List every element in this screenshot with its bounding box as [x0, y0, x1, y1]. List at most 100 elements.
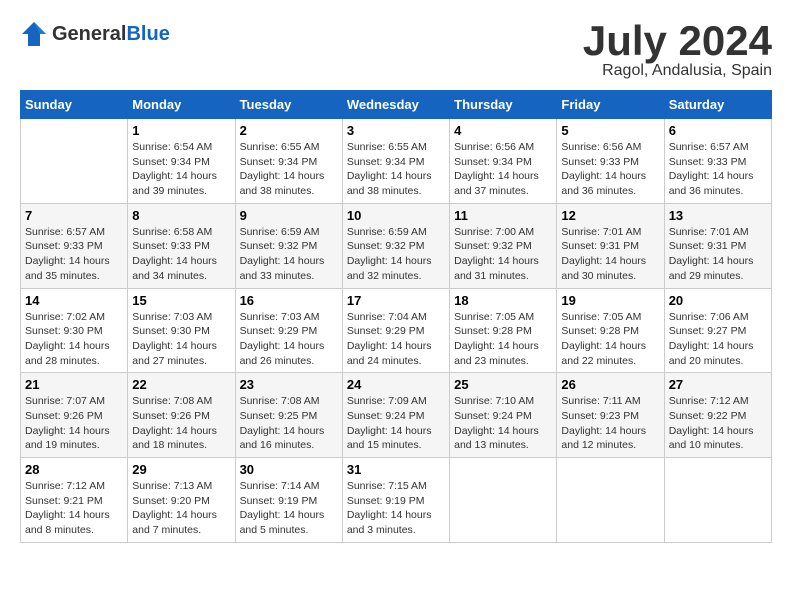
day-cell: 22 Sunrise: 7:08 AM Sunset: 9:26 PM Dayli…	[128, 373, 235, 458]
day-cell: 24 Sunrise: 7:09 AM Sunset: 9:24 PM Dayli…	[342, 373, 449, 458]
day-info: Sunrise: 7:00 AM Sunset: 9:32 PM Dayligh…	[454, 225, 552, 284]
header-tuesday: Tuesday	[235, 91, 342, 119]
day-number: 19	[561, 293, 659, 308]
day-cell: 11 Sunrise: 7:00 AM Sunset: 9:32 PM Dayli…	[450, 203, 557, 288]
day-number: 23	[240, 377, 338, 392]
week-row-4: 21 Sunrise: 7:07 AM Sunset: 9:26 PM Dayli…	[21, 373, 772, 458]
day-number: 24	[347, 377, 445, 392]
day-info: Sunrise: 7:03 AM Sunset: 9:29 PM Dayligh…	[240, 310, 338, 369]
week-row-2: 7 Sunrise: 6:57 AM Sunset: 9:33 PM Daylig…	[21, 203, 772, 288]
day-number: 21	[25, 377, 123, 392]
header-saturday: Saturday	[664, 91, 771, 119]
day-info: Sunrise: 7:05 AM Sunset: 9:28 PM Dayligh…	[454, 310, 552, 369]
day-cell: 9 Sunrise: 6:59 AM Sunset: 9:32 PM Daylig…	[235, 203, 342, 288]
day-info: Sunrise: 7:07 AM Sunset: 9:26 PM Dayligh…	[25, 394, 123, 453]
day-info: Sunrise: 7:08 AM Sunset: 9:26 PM Dayligh…	[132, 394, 230, 453]
day-number: 20	[669, 293, 767, 308]
calendar-header-row: SundayMondayTuesdayWednesdayThursdayFrid…	[21, 91, 772, 119]
day-number: 22	[132, 377, 230, 392]
day-cell: 28 Sunrise: 7:12 AM Sunset: 9:21 PM Dayli…	[21, 458, 128, 543]
day-cell: 21 Sunrise: 7:07 AM Sunset: 9:26 PM Dayli…	[21, 373, 128, 458]
day-number: 12	[561, 208, 659, 223]
day-number: 7	[25, 208, 123, 223]
day-number: 9	[240, 208, 338, 223]
calendar-table: SundayMondayTuesdayWednesdayThursdayFrid…	[20, 90, 772, 543]
day-info: Sunrise: 6:57 AM Sunset: 9:33 PM Dayligh…	[25, 225, 123, 284]
day-cell: 30 Sunrise: 7:14 AM Sunset: 9:19 PM Dayli…	[235, 458, 342, 543]
logo: GeneralBlue	[20, 20, 170, 48]
day-info: Sunrise: 7:05 AM Sunset: 9:28 PM Dayligh…	[561, 310, 659, 369]
day-info: Sunrise: 6:54 AM Sunset: 9:34 PM Dayligh…	[132, 140, 230, 199]
subtitle: Ragol, Andalusia, Spain	[583, 62, 772, 80]
logo-blue: Blue	[126, 23, 169, 45]
day-info: Sunrise: 7:01 AM Sunset: 9:31 PM Dayligh…	[669, 225, 767, 284]
day-info: Sunrise: 6:59 AM Sunset: 9:32 PM Dayligh…	[240, 225, 338, 284]
logo-general: General	[52, 23, 126, 45]
day-info: Sunrise: 6:55 AM Sunset: 9:34 PM Dayligh…	[240, 140, 338, 199]
day-info: Sunrise: 6:56 AM Sunset: 9:34 PM Dayligh…	[454, 140, 552, 199]
header-sunday: Sunday	[21, 91, 128, 119]
day-info: Sunrise: 7:12 AM Sunset: 9:22 PM Dayligh…	[669, 394, 767, 453]
day-info: Sunrise: 7:13 AM Sunset: 9:20 PM Dayligh…	[132, 479, 230, 538]
day-number: 26	[561, 377, 659, 392]
day-number: 11	[454, 208, 552, 223]
day-cell: 25Sunrise: 7:10 AM Sunset: 9:24 PM Dayli…	[450, 373, 557, 458]
day-info: Sunrise: 7:01 AM Sunset: 9:31 PM Dayligh…	[561, 225, 659, 284]
day-cell: 13Sunrise: 7:01 AM Sunset: 9:31 PM Dayli…	[664, 203, 771, 288]
day-cell: 15Sunrise: 7:03 AM Sunset: 9:30 PM Dayli…	[128, 288, 235, 373]
day-info: Sunrise: 7:03 AM Sunset: 9:30 PM Dayligh…	[132, 310, 230, 369]
day-cell: 14 Sunrise: 7:02 AM Sunset: 9:30 PM Dayli…	[21, 288, 128, 373]
day-cell: 6 Sunrise: 6:57 AM Sunset: 9:33 PM Daylig…	[664, 119, 771, 204]
day-number: 1	[132, 123, 230, 138]
day-cell: 27Sunrise: 7:12 AM Sunset: 9:22 PM Dayli…	[664, 373, 771, 458]
day-info: Sunrise: 7:14 AM Sunset: 9:19 PM Dayligh…	[240, 479, 338, 538]
day-info: Sunrise: 6:58 AM Sunset: 9:33 PM Dayligh…	[132, 225, 230, 284]
day-number: 6	[669, 123, 767, 138]
title-area: July 2024 Ragol, Andalusia, Spain	[583, 20, 772, 80]
day-number: 2	[240, 123, 338, 138]
week-row-5: 28 Sunrise: 7:12 AM Sunset: 9:21 PM Dayli…	[21, 458, 772, 543]
day-cell: 18 Sunrise: 7:05 AM Sunset: 9:28 PM Dayli…	[450, 288, 557, 373]
day-number: 30	[240, 462, 338, 477]
day-info: Sunrise: 7:12 AM Sunset: 9:21 PM Dayligh…	[25, 479, 123, 538]
day-number: 16	[240, 293, 338, 308]
day-cell: 26 Sunrise: 7:11 AM Sunset: 9:23 PM Dayli…	[557, 373, 664, 458]
day-number: 14	[25, 293, 123, 308]
day-cell	[21, 119, 128, 204]
day-cell: 17 Sunrise: 7:04 AM Sunset: 9:29 PM Dayli…	[342, 288, 449, 373]
day-info: Sunrise: 7:11 AM Sunset: 9:23 PM Dayligh…	[561, 394, 659, 453]
week-row-1: 1 Sunrise: 6:54 AM Sunset: 9:34 PM Daylig…	[21, 119, 772, 204]
day-info: Sunrise: 7:02 AM Sunset: 9:30 PM Dayligh…	[25, 310, 123, 369]
day-info: Sunrise: 6:59 AM Sunset: 9:32 PM Dayligh…	[347, 225, 445, 284]
day-cell: 23Sunrise: 7:08 AM Sunset: 9:25 PM Dayli…	[235, 373, 342, 458]
page-header: GeneralBlue July 2024 Ragol, Andalusia, …	[20, 20, 772, 80]
day-cell: 16 Sunrise: 7:03 AM Sunset: 9:29 PM Dayli…	[235, 288, 342, 373]
day-cell	[557, 458, 664, 543]
day-number: 18	[454, 293, 552, 308]
day-number: 28	[25, 462, 123, 477]
day-info: Sunrise: 7:09 AM Sunset: 9:24 PM Dayligh…	[347, 394, 445, 453]
day-number: 8	[132, 208, 230, 223]
day-cell: 5Sunrise: 6:56 AM Sunset: 9:33 PM Daylig…	[557, 119, 664, 204]
day-info: Sunrise: 7:06 AM Sunset: 9:27 PM Dayligh…	[669, 310, 767, 369]
week-row-3: 14 Sunrise: 7:02 AM Sunset: 9:30 PM Dayli…	[21, 288, 772, 373]
day-number: 29	[132, 462, 230, 477]
day-cell: 10Sunrise: 6:59 AM Sunset: 9:32 PM Dayli…	[342, 203, 449, 288]
day-cell: 8 Sunrise: 6:58 AM Sunset: 9:33 PM Daylig…	[128, 203, 235, 288]
day-cell: 19 Sunrise: 7:05 AM Sunset: 9:28 PM Dayli…	[557, 288, 664, 373]
day-cell: 31Sunrise: 7:15 AM Sunset: 9:19 PM Dayli…	[342, 458, 449, 543]
day-number: 31	[347, 462, 445, 477]
day-number: 17	[347, 293, 445, 308]
day-info: Sunrise: 7:04 AM Sunset: 9:29 PM Dayligh…	[347, 310, 445, 369]
day-info: Sunrise: 6:57 AM Sunset: 9:33 PM Dayligh…	[669, 140, 767, 199]
logo-icon	[20, 20, 48, 48]
day-number: 4	[454, 123, 552, 138]
header-friday: Friday	[557, 91, 664, 119]
day-cell: 12 Sunrise: 7:01 AM Sunset: 9:31 PM Dayli…	[557, 203, 664, 288]
day-number: 25	[454, 377, 552, 392]
day-cell: 29 Sunrise: 7:13 AM Sunset: 9:20 PM Dayli…	[128, 458, 235, 543]
day-cell: 20 Sunrise: 7:06 AM Sunset: 9:27 PM Dayli…	[664, 288, 771, 373]
day-cell: 4 Sunrise: 6:56 AM Sunset: 9:34 PM Daylig…	[450, 119, 557, 204]
main-title: July 2024	[583, 20, 772, 62]
day-cell: 7 Sunrise: 6:57 AM Sunset: 9:33 PM Daylig…	[21, 203, 128, 288]
